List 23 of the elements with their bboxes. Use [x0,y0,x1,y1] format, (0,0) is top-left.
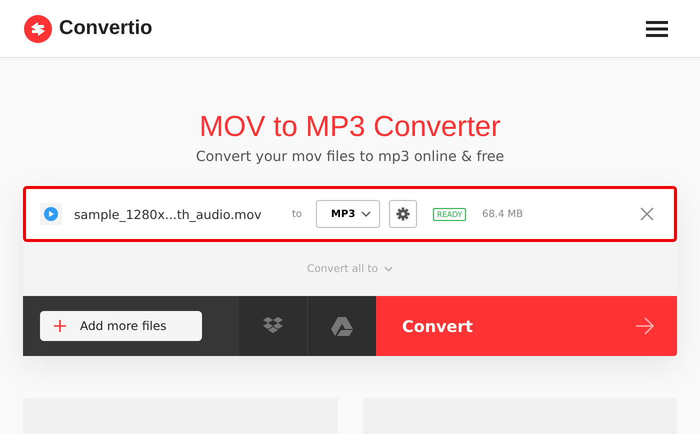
arrow-right-icon [635,317,655,335]
close-icon[interactable] [640,207,654,221]
dropbox-button[interactable] [238,296,307,356]
logo-icon [23,14,53,44]
page-subtitle: Convert your mov files to mp3 online & free [194,148,506,166]
format-dropdown[interactable]: MP3 [316,200,380,228]
page-title: MOV to MP3 Converter [198,110,502,144]
settings-button[interactable] [389,200,418,228]
chevron-down-icon [361,211,372,217]
file-name: sample_1280x...th_audio.mov [74,206,263,222]
drive-button[interactable] [307,296,376,356]
logo-text[interactable]: Convertio [59,17,152,40]
open-box-icon [262,317,284,335]
to-label: to [292,208,302,220]
chevron-down-icon [384,266,393,272]
plus-icon [54,320,66,332]
file-size: 68.4 MB [482,208,524,220]
convert-button[interactable]: Convert [376,296,677,356]
triangle-icon [331,316,353,336]
menu-icon[interactable] [646,20,668,36]
settings-icon [396,207,410,221]
video-file-icon [40,203,62,225]
add-files-button[interactable]: Add more files [40,311,202,341]
